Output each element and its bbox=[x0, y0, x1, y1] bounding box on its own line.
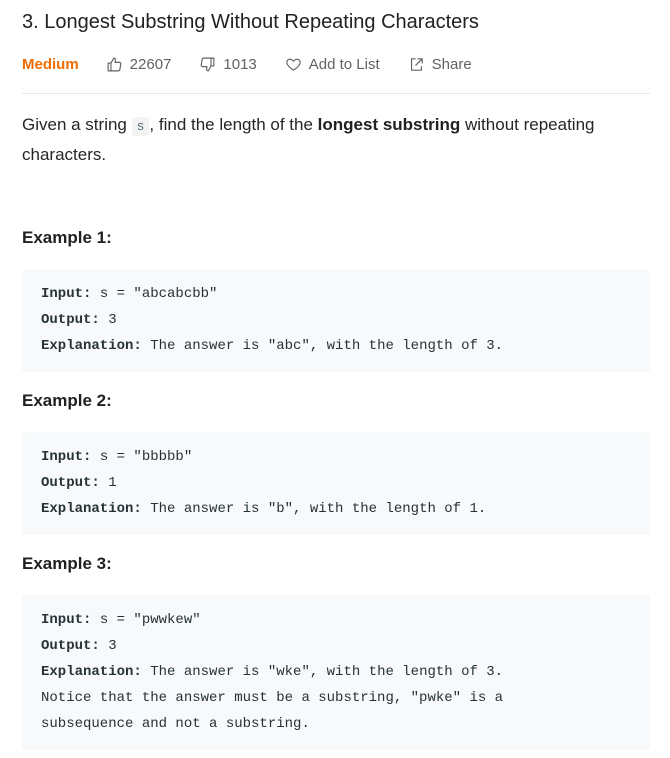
problem-description: Given a string s, find the length of the… bbox=[22, 111, 650, 169]
explanation-value: The answer is "wke", with the length of … bbox=[141, 664, 504, 680]
like-count: 22607 bbox=[129, 55, 172, 73]
description-text: , find the length of the bbox=[149, 115, 318, 134]
thumbs-up-icon bbox=[107, 57, 122, 71]
output-label: Output: bbox=[41, 638, 100, 654]
input-value: s = "abcabcbb" bbox=[91, 286, 218, 302]
dislike-count: 1013 bbox=[223, 55, 257, 73]
output-label: Output: bbox=[41, 312, 100, 328]
example-1-block: Input: s = "abcabcbb" Output: 3 Explanatio… bbox=[22, 269, 650, 372]
share-button[interactable]: Share bbox=[408, 56, 472, 73]
explanation-label: Explanation: bbox=[41, 501, 142, 517]
explanation-label: Explanation: bbox=[41, 664, 142, 680]
share-icon bbox=[410, 57, 423, 71]
input-label: Input: bbox=[41, 449, 92, 465]
description-bold: longest substring bbox=[317, 115, 461, 134]
example-1-title: Example 1: bbox=[22, 228, 112, 247]
example-2-title: Example 2: bbox=[22, 391, 112, 410]
heart-icon bbox=[286, 58, 301, 71]
share-label: Share bbox=[431, 55, 472, 73]
difficulty-badge: Medium bbox=[22, 55, 79, 73]
output-value: 1 bbox=[99, 475, 117, 491]
input-label: Input: bbox=[41, 286, 92, 302]
example-3-title: Example 3: bbox=[22, 554, 112, 573]
problem-title: 3. Longest Substring Without Repeating C… bbox=[22, 11, 479, 33]
add-to-list-label: Add to List bbox=[308, 55, 380, 73]
output-label: Output: bbox=[41, 475, 100, 491]
example-3-block: Input: s = "pwwkew" Output: 3 Explanation:… bbox=[22, 595, 650, 750]
output-value: 3 bbox=[99, 312, 117, 328]
example-2-block: Input: s = "bbbbb" Output: 1 Explanation: … bbox=[22, 432, 650, 535]
explanation-note-line: subsequence and not a substring. bbox=[41, 716, 310, 732]
input-value: s = "bbbbb" bbox=[91, 449, 193, 465]
description-text: Given a string bbox=[22, 115, 132, 134]
inline-code: s bbox=[131, 117, 150, 136]
divider bbox=[22, 93, 650, 94]
dislike-button[interactable]: 1013 bbox=[199, 55, 257, 73]
output-value: 3 bbox=[99, 638, 117, 654]
thumbs-down-icon bbox=[201, 57, 215, 71]
input-label: Input: bbox=[41, 612, 92, 628]
add-to-list-button[interactable]: Add to List bbox=[285, 56, 380, 73]
explanation-value: The answer is "abc", with the length of … bbox=[141, 338, 504, 354]
input-value: s = "pwwkew" bbox=[91, 612, 201, 628]
explanation-value: The answer is "b", with the length of 1. bbox=[141, 501, 487, 517]
explanation-note-line: Notice that the answer must be a substri… bbox=[41, 690, 504, 706]
explanation-label: Explanation: bbox=[41, 338, 142, 354]
problem-meta-bar: Medium 22607 1013 Add to List Share bbox=[22, 53, 650, 75]
like-button[interactable]: 22607 bbox=[106, 55, 172, 73]
